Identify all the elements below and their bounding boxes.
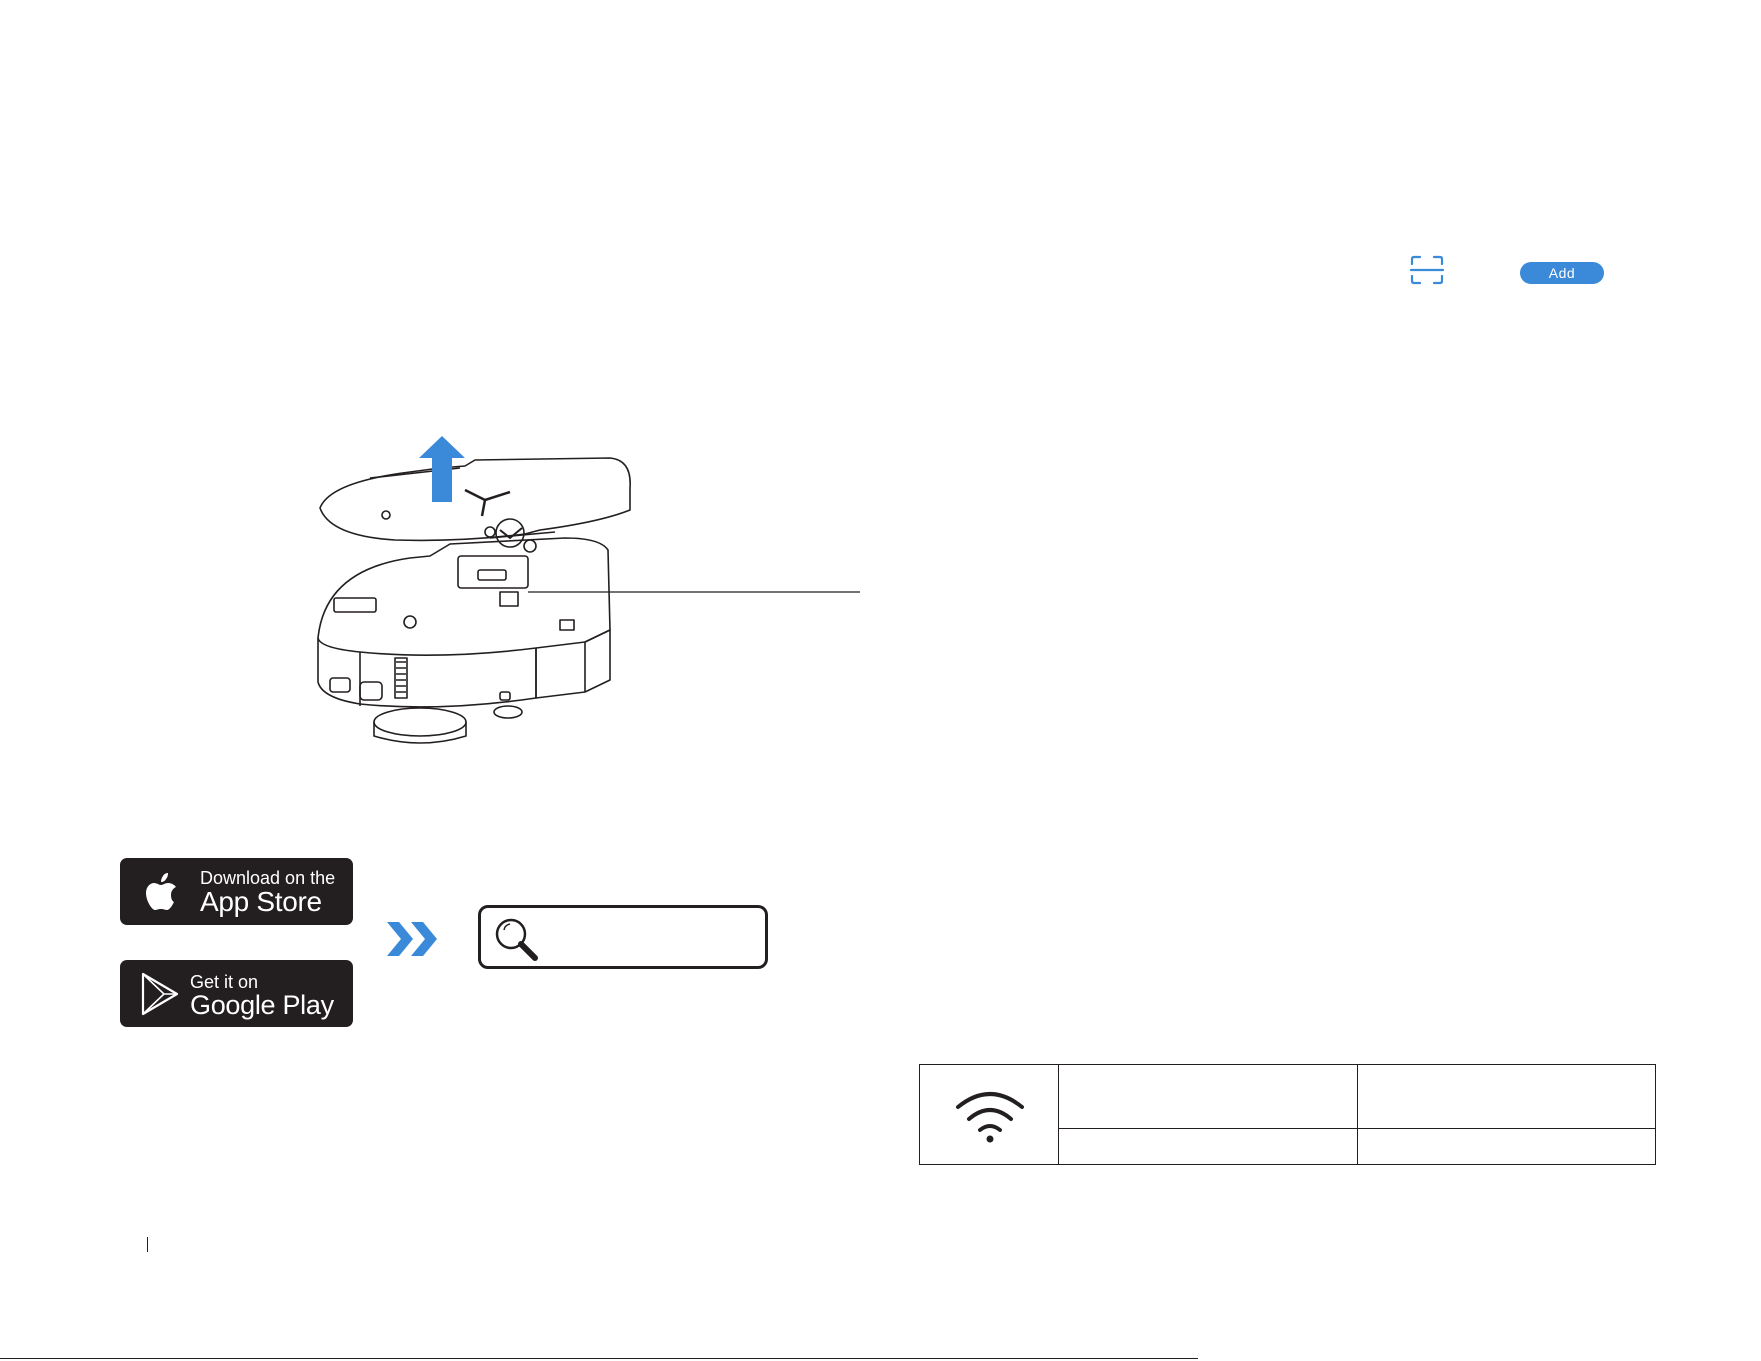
page-marker-line bbox=[147, 1237, 148, 1252]
google-play-logo-icon bbox=[141, 972, 179, 1016]
search-box[interactable] bbox=[478, 905, 768, 969]
google-play-line2: Google Play bbox=[190, 990, 334, 1020]
bottom-rule bbox=[0, 1358, 1198, 1359]
app-store-badge[interactable]: Download on the App Store bbox=[120, 858, 353, 925]
app-store-line2: App Store bbox=[200, 886, 322, 917]
top-cover bbox=[319, 457, 631, 542]
qr-scan-icon[interactable] bbox=[1410, 255, 1444, 285]
table-column-divider bbox=[1357, 1065, 1358, 1164]
robot-vacuum-illustration bbox=[317, 436, 860, 744]
google-play-badge[interactable]: Get it on Google Play bbox=[120, 960, 353, 1027]
wifi-icon bbox=[956, 1092, 1024, 1143]
double-chevron-right-icon bbox=[387, 922, 437, 956]
wifi-spec-table bbox=[919, 1064, 1656, 1165]
apple-logo-icon bbox=[146, 873, 176, 910]
add-button[interactable]: Add bbox=[1520, 262, 1604, 284]
search-icon bbox=[495, 918, 538, 961]
wifi-icon-cell bbox=[920, 1065, 1059, 1164]
